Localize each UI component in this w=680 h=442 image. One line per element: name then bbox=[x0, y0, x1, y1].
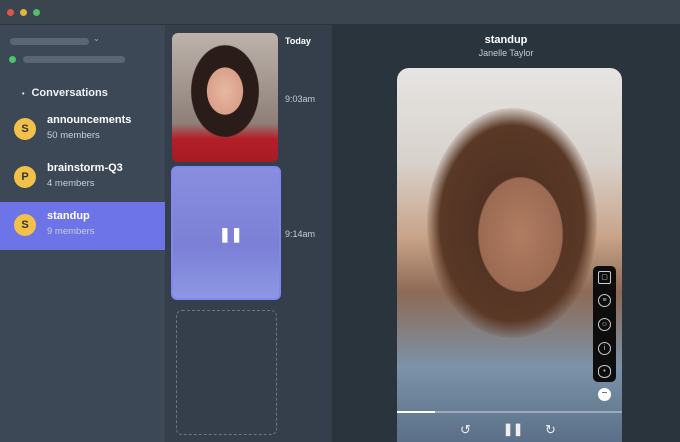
video-thumbnail[interactable] bbox=[172, 33, 278, 162]
user-name-placeholder bbox=[23, 56, 125, 63]
conversation-item[interactable]: P brainstorm-Q3 4 members bbox=[0, 154, 165, 202]
avatar: S bbox=[14, 118, 36, 140]
pause-icon[interactable]: ❚❚ bbox=[219, 226, 242, 243]
minimize-window-button[interactable] bbox=[20, 9, 27, 16]
maximize-window-button[interactable] bbox=[33, 9, 40, 16]
conversation-name: brainstorm-Q3 bbox=[47, 162, 123, 174]
conversation-name: standup bbox=[47, 210, 90, 222]
chevron-down-icon[interactable]: ⌄ bbox=[93, 34, 100, 43]
info-icon[interactable]: i bbox=[598, 342, 611, 355]
progress-fill bbox=[397, 411, 436, 413]
close-window-button[interactable] bbox=[7, 9, 14, 16]
sidebar: ⌄ • Conversations S announcements 50 memb… bbox=[0, 25, 165, 442]
pause-button[interactable]: ❚❚ bbox=[503, 422, 523, 436]
workspace-name-placeholder[interactable] bbox=[10, 38, 89, 45]
member-count: 50 members bbox=[47, 130, 100, 141]
rewind-icon[interactable]: ↺ bbox=[460, 422, 471, 438]
reactions-icon[interactable]: ▢ bbox=[598, 271, 611, 284]
bullet-icon: • bbox=[22, 91, 25, 98]
add-video-dropzone[interactable] bbox=[176, 310, 277, 435]
conversation-item[interactable]: S announcements 50 members bbox=[0, 106, 165, 154]
avatar: P bbox=[14, 166, 36, 188]
member-count: 4 members bbox=[47, 178, 95, 189]
viewer-title: standup bbox=[484, 34, 528, 46]
video-toolbar: ▢ ≡ ☺ i • bbox=[593, 266, 616, 382]
day-label: Today bbox=[285, 36, 311, 46]
progress-track[interactable] bbox=[397, 411, 622, 413]
online-status-icon bbox=[9, 56, 16, 63]
conversation-item-active[interactable]: S standup 9 members bbox=[0, 202, 165, 250]
eye-icon[interactable]: • bbox=[598, 365, 611, 378]
viewer-author: Janelle Taylor bbox=[478, 48, 534, 58]
title-bar bbox=[0, 0, 680, 25]
forward-icon[interactable]: ↻ bbox=[545, 422, 556, 438]
emoji-icon[interactable]: ☺ bbox=[598, 318, 611, 331]
message-time: 9:03am bbox=[285, 94, 316, 104]
avatar: S bbox=[14, 214, 36, 236]
conversations-section-header[interactable]: • Conversations bbox=[22, 87, 108, 99]
video-thumbnail-playing[interactable]: ❚❚ bbox=[171, 166, 281, 300]
transcript-icon[interactable]: ≡ bbox=[598, 294, 611, 307]
collapse-toolbar-button[interactable]: − bbox=[598, 388, 611, 401]
member-count: 9 members bbox=[47, 226, 95, 237]
video-player[interactable] bbox=[397, 68, 622, 442]
conversation-name: announcements bbox=[47, 114, 132, 126]
message-time: 9:14am bbox=[285, 229, 316, 239]
video-subject bbox=[427, 108, 597, 338]
